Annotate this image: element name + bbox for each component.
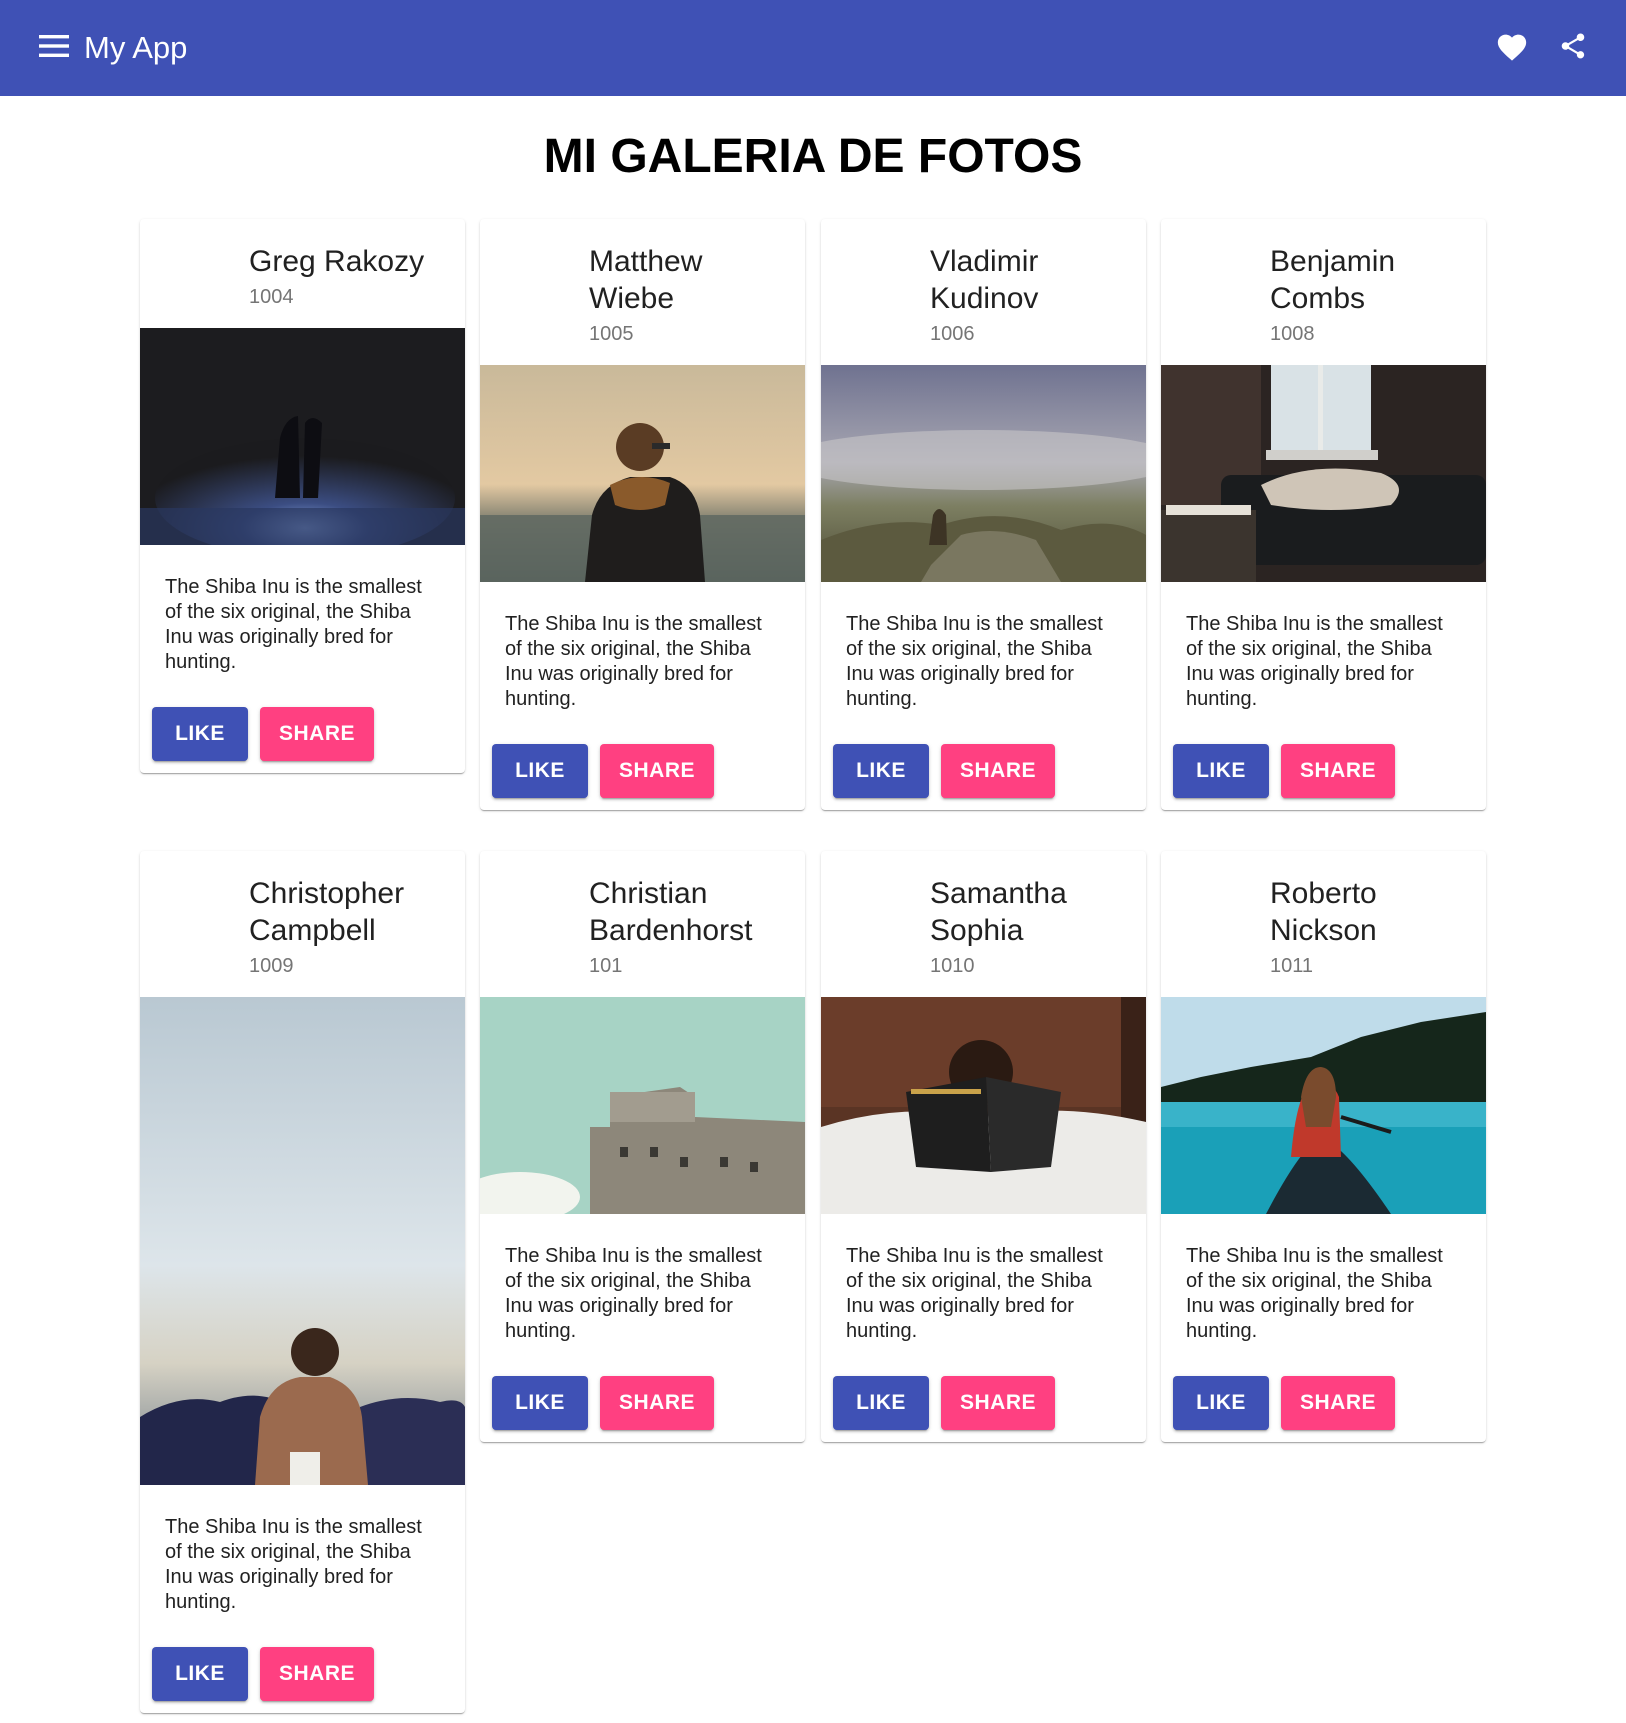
card-title: Greg Rakozy <box>249 245 425 278</box>
card-description: The Shiba Inu is the smallest of the six… <box>846 1245 1103 1342</box>
card-description: The Shiba Inu is the smallest of the six… <box>165 1516 422 1613</box>
like-button[interactable]: LIKE <box>492 744 588 798</box>
card-header: Roberto Nickson 1011 <box>1161 851 1486 997</box>
photo-card: Samantha Sophia 1010 The Shiba Inu is th… <box>821 851 1146 1442</box>
page-title: MI GALERIA DE FOTOS <box>543 130 1083 183</box>
card-photo <box>480 365 805 582</box>
card-description: The Shiba Inu is the smallest of the six… <box>1186 613 1443 710</box>
card-subtitle: 101 <box>589 955 623 977</box>
card-photo <box>821 365 1146 582</box>
card-header: Vladimir Kudinov 1006 <box>821 219 1146 365</box>
card-title: Samantha Sophia <box>930 877 1067 947</box>
card-photo <box>1161 365 1486 582</box>
card-description: The Shiba Inu is the smallest of the six… <box>846 613 1103 710</box>
favorite-button[interactable] <box>1488 26 1536 70</box>
like-button[interactable]: LIKE <box>1173 744 1269 798</box>
card-header: Greg Rakozy 1004 <box>140 219 465 328</box>
card-title: Roberto Nickson <box>1270 877 1377 947</box>
card-photo <box>821 997 1146 1214</box>
card-description: The Shiba Inu is the smallest of the six… <box>165 576 422 673</box>
share-icon <box>1558 30 1588 67</box>
share-button[interactable]: SHARE <box>1281 1376 1395 1430</box>
card-actions: LIKE SHARE <box>480 712 805 810</box>
photo-card: Greg Rakozy 1004 The Shiba Inu is the sm… <box>140 219 465 773</box>
app-toolbar: My App <box>0 0 1626 96</box>
share-button[interactable]: SHARE <box>1281 744 1395 798</box>
menu-button[interactable] <box>30 26 78 70</box>
card-subtitle: 1009 <box>249 955 294 977</box>
card-actions: LIKE SHARE <box>821 712 1146 810</box>
like-button[interactable]: LIKE <box>1173 1376 1269 1430</box>
card-subtitle: 1011 <box>1270 955 1314 977</box>
share-toolbar-button[interactable] <box>1549 26 1597 70</box>
card-subtitle: 1010 <box>930 955 975 977</box>
card-subtitle: 1006 <box>930 323 975 345</box>
card-header: Matthew Wiebe 1005 <box>480 219 805 365</box>
card-title: Christopher Campbell <box>249 877 405 947</box>
like-button[interactable]: LIKE <box>492 1376 588 1430</box>
card-description: The Shiba Inu is the smallest of the six… <box>505 1245 762 1342</box>
share-button[interactable]: SHARE <box>260 707 374 761</box>
like-button[interactable]: LIKE <box>152 1647 248 1701</box>
card-photo <box>140 328 465 545</box>
card-photo <box>480 997 805 1214</box>
photo-card: Benjamin Combs 1008 The Shiba Inu is the… <box>1161 219 1486 810</box>
card-actions: LIKE SHARE <box>140 675 465 773</box>
card-subtitle: 1008 <box>1270 323 1315 345</box>
like-button[interactable]: LIKE <box>833 744 929 798</box>
photo-card: Christian Bardenhorst 101 The Shiba Inu … <box>480 851 805 1442</box>
card-header: Samantha Sophia 1010 <box>821 851 1146 997</box>
card-photo <box>1161 997 1486 1214</box>
card-actions: LIKE SHARE <box>1161 1344 1486 1442</box>
card-title: Vladimir Kudinov <box>930 245 1039 315</box>
card-title: Benjamin Combs <box>1270 245 1396 315</box>
card-header: Benjamin Combs 1008 <box>1161 219 1486 365</box>
card-actions: LIKE SHARE <box>1161 712 1486 810</box>
card-header: Christopher Campbell 1009 <box>140 851 465 997</box>
photo-card: Roberto Nickson 1011 The Shiba Inu is th… <box>1161 851 1486 1442</box>
card-subtitle: 1005 <box>589 323 634 345</box>
app-title: My App <box>84 30 188 65</box>
share-button[interactable]: SHARE <box>260 1647 374 1701</box>
card-header: Christian Bardenhorst 101 <box>480 851 805 997</box>
share-button[interactable]: SHARE <box>600 1376 714 1430</box>
share-button[interactable]: SHARE <box>941 744 1055 798</box>
card-actions: LIKE SHARE <box>140 1615 465 1713</box>
card-actions: LIKE SHARE <box>821 1344 1146 1442</box>
like-button[interactable]: LIKE <box>152 707 248 761</box>
card-actions: LIKE SHARE <box>480 1344 805 1442</box>
photo-card: Vladimir Kudinov 1006 The Shiba Inu is t… <box>821 219 1146 810</box>
card-description: The Shiba Inu is the smallest of the six… <box>1186 1245 1443 1342</box>
card-description: The Shiba Inu is the smallest of the six… <box>505 613 762 710</box>
photo-card: Matthew Wiebe 1005 The Shiba Inu is the … <box>480 219 805 810</box>
heart-icon <box>1495 30 1529 67</box>
card-subtitle: 1004 <box>249 286 294 308</box>
share-button[interactable]: SHARE <box>941 1376 1055 1430</box>
photo-card: Christopher Campbell 1009 The Shiba Inu … <box>140 851 465 1713</box>
like-button[interactable]: LIKE <box>833 1376 929 1430</box>
card-title: Matthew Wiebe <box>589 245 703 315</box>
menu-icon <box>39 34 69 62</box>
card-title: Christian Bardenhorst <box>589 877 753 947</box>
card-photo <box>140 997 465 1485</box>
share-button[interactable]: SHARE <box>600 744 714 798</box>
